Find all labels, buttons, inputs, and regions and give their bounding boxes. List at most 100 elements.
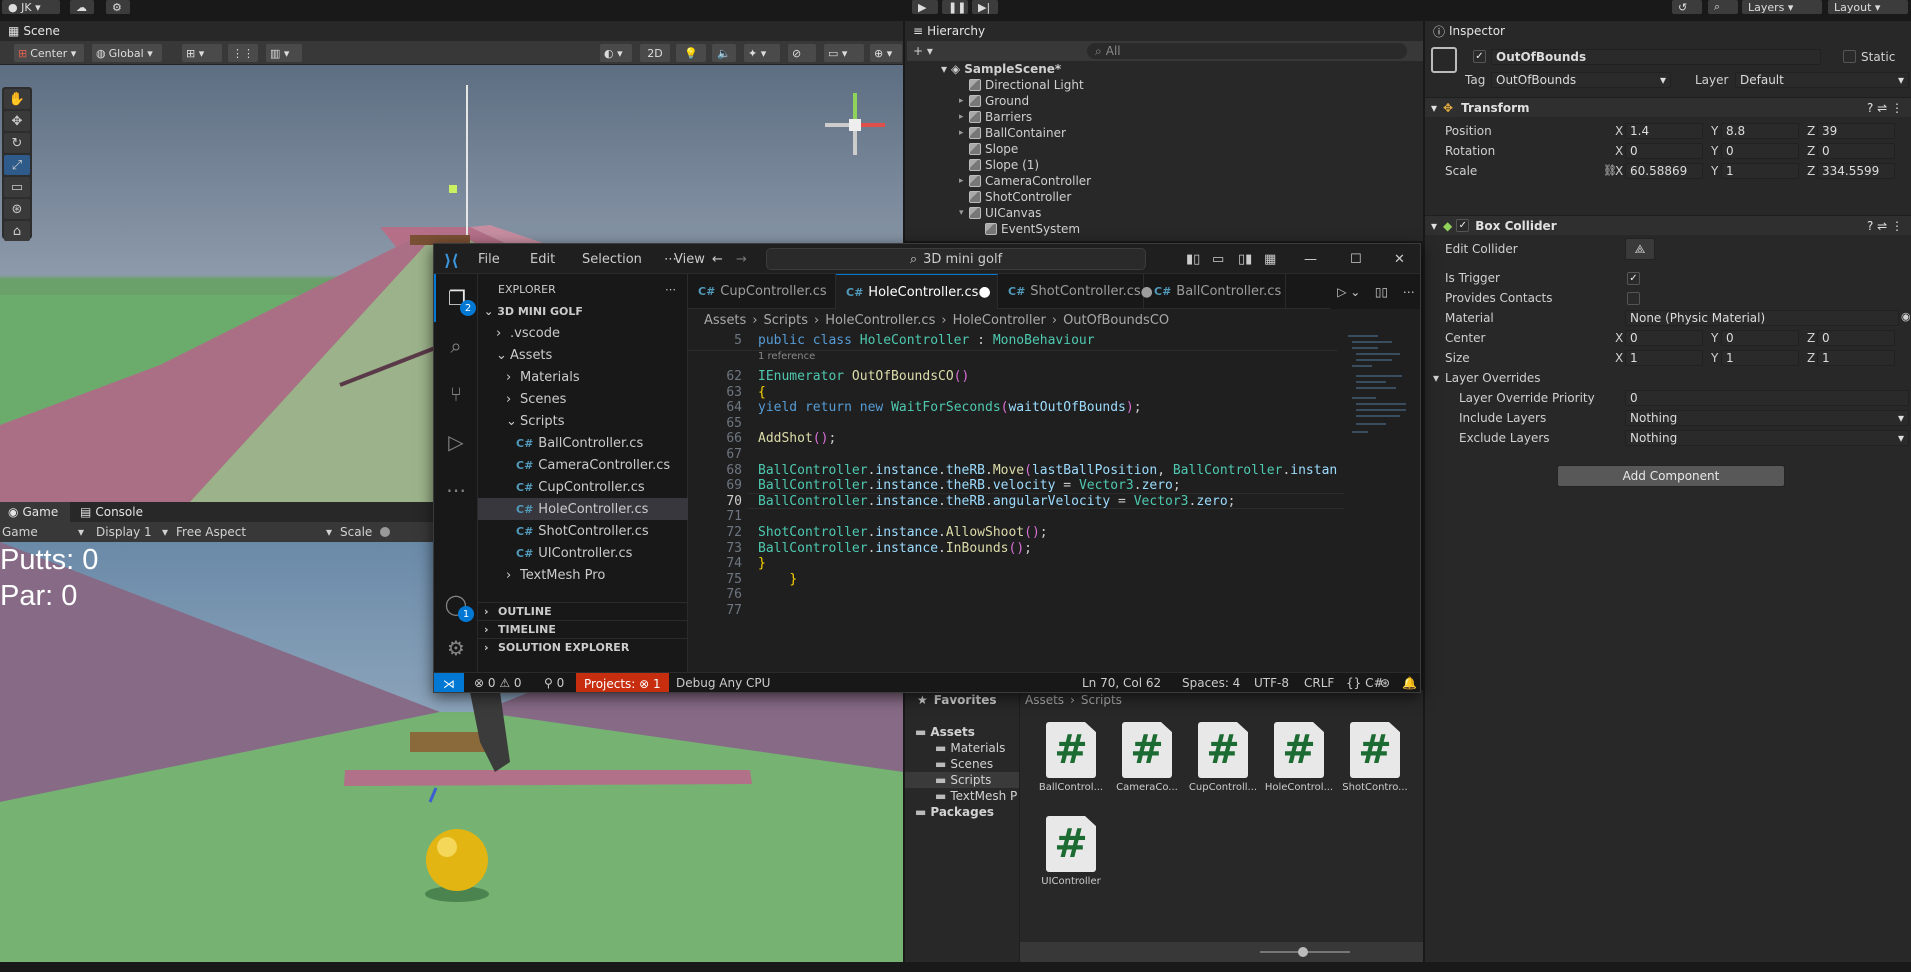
- more-views-icon[interactable]: ⋯: [434, 466, 478, 514]
- breadcrumb-item[interactable]: HoleController: [953, 313, 1046, 328]
- editor-tab[interactable]: C# HoleController.cs ●: [836, 274, 998, 309]
- grid-snap-button[interactable]: ⊞ ▾: [182, 44, 222, 62]
- display-dropdown[interactable]: Display 1 ▾: [96, 524, 168, 540]
- tab-hierarchy[interactable]: ≡ Hierarchy: [905, 21, 1005, 41]
- rotation-z-field[interactable]: 0: [1817, 143, 1895, 159]
- history-icon[interactable]: ↺: [1672, 0, 1702, 14]
- pause-button[interactable]: ❚❚: [942, 0, 968, 14]
- more-menu-icon[interactable]: ⋯: [664, 252, 677, 267]
- eol-status[interactable]: CRLF: [1304, 676, 1334, 690]
- constrain-proportions-icon[interactable]: ⛓: [1603, 164, 1617, 177]
- hierarchy-item[interactable]: Slope (1): [905, 157, 1423, 173]
- scale-x-field[interactable]: 60.58869: [1625, 163, 1703, 179]
- file-item[interactable]: C# BallController.cs: [478, 432, 688, 454]
- copilot-icon[interactable]: ⊛: [1380, 676, 1390, 690]
- script-asset[interactable]: # ShotContro...: [1337, 722, 1413, 793]
- scene-root-row[interactable]: ▾ ◈ SampleScene*: [905, 61, 1423, 77]
- size-y-field[interactable]: 1: [1721, 350, 1799, 366]
- object-name-field[interactable]: OutOfBounds: [1491, 49, 1821, 65]
- project-folder[interactable]: ▬ Materials: [905, 740, 1019, 756]
- project-folder[interactable]: ▬ Packages: [905, 804, 1019, 820]
- menu-file[interactable]: File: [478, 252, 500, 267]
- draw-mode-button[interactable]: ◐ ▾: [600, 44, 632, 62]
- breadcrumb-item[interactable]: Assets: [704, 313, 746, 328]
- custom-tool-icon[interactable]: ⌂: [4, 221, 30, 241]
- folder-item[interactable]: ⌄ Scripts: [478, 410, 688, 432]
- file-item[interactable]: C# HoleController.cs: [478, 498, 688, 520]
- folder-item[interactable]: › Materials: [478, 366, 688, 388]
- lighting-icon[interactable]: 💡: [676, 44, 706, 62]
- projects-status[interactable]: Projects: ⊗ 1: [576, 673, 669, 692]
- project-folder[interactable]: ▬ Scripts: [905, 772, 1019, 788]
- hierarchy-item[interactable]: ▸ Barriers: [905, 109, 1423, 125]
- position-x-field[interactable]: 1.4: [1625, 123, 1703, 139]
- center-x-field[interactable]: 0: [1625, 330, 1703, 346]
- active-checkbox[interactable]: ✓: [1473, 50, 1486, 63]
- gizmos-button[interactable]: ⊕ ▾: [870, 44, 902, 62]
- scale-slider[interactable]: Scale: [340, 524, 430, 540]
- cloud-icon[interactable]: ☁: [70, 0, 94, 14]
- ruler-button[interactable]: ▥ ▾: [266, 44, 302, 62]
- editor-tab[interactable]: C# CupController.cs: [688, 274, 836, 309]
- tab-inspector[interactable]: ⓘ Inspector: [1425, 21, 1525, 41]
- edit-collider-button[interactable]: ⟁: [1625, 238, 1655, 260]
- scale-z-field[interactable]: 334.5599: [1817, 163, 1895, 179]
- visibility-icon[interactable]: ⊘: [788, 44, 816, 62]
- folder-item[interactable]: › Scenes: [478, 388, 688, 410]
- effects-button[interactable]: ✦ ▾: [744, 44, 780, 62]
- center-z-field[interactable]: 0: [1817, 330, 1895, 346]
- transform-header[interactable]: ▾ ✥ Transform ? ⇌ ⋮: [1425, 97, 1911, 117]
- scale-y-field[interactable]: 1: [1721, 163, 1799, 179]
- step-button[interactable]: ▶|: [972, 0, 998, 14]
- rotate-tool-icon[interactable]: ↻: [4, 133, 30, 153]
- hierarchy-item[interactable]: ShotController: [905, 189, 1423, 205]
- toggle-panel-icon[interactable]: ▭: [1212, 252, 1224, 267]
- section-solution-explorer[interactable]: › SOLUTION EXPLORER: [478, 638, 688, 656]
- hand-tool-icon[interactable]: ✋: [4, 89, 30, 109]
- layout-dropdown[interactable]: Layout ▾: [1828, 0, 1908, 14]
- hierarchy-item[interactable]: Directional Light: [905, 77, 1423, 93]
- pivot-dropdown[interactable]: ⊞ Center ▾: [14, 44, 84, 62]
- layer-dropdown[interactable]: Default ▾: [1735, 72, 1909, 88]
- code-editor[interactable]: 5 public class HoleController : MonoBeha…: [688, 331, 1420, 672]
- add-icon[interactable]: + ▾: [913, 44, 933, 58]
- split-editor-icon[interactable]: ▯▯: [1375, 285, 1388, 299]
- play-button[interactable]: ▶: [912, 0, 938, 14]
- file-item[interactable]: C# CupController.cs: [478, 476, 688, 498]
- ports-status[interactable]: ⚲ 0: [544, 676, 564, 690]
- section-timeline[interactable]: › TIMELINE: [478, 620, 688, 638]
- position-z-field[interactable]: 39: [1817, 123, 1895, 139]
- file-item[interactable]: C# CameraController.cs: [478, 454, 688, 476]
- transform-tool-icon[interactable]: ⊛: [4, 199, 30, 219]
- run-icon[interactable]: ▷ ⌄: [1337, 285, 1360, 299]
- hierarchy-item[interactable]: ▸ BallContainer: [905, 125, 1423, 141]
- maximize-icon[interactable]: ☐: [1350, 252, 1362, 267]
- hierarchy-item[interactable]: ▸ CameraController: [905, 173, 1423, 189]
- provides-contacts-checkbox[interactable]: [1627, 292, 1640, 305]
- codelens[interactable]: 1 reference: [758, 351, 815, 362]
- camera-button[interactable]: ▭ ▾: [824, 44, 864, 62]
- script-asset[interactable]: # CameraCo...: [1109, 722, 1185, 793]
- minimap[interactable]: [1344, 331, 1412, 672]
- rotation-y-field[interactable]: 0: [1721, 143, 1799, 159]
- breadcrumb-item[interactable]: HoleController.cs: [825, 313, 935, 328]
- back-icon[interactable]: ←: [712, 252, 723, 267]
- is-trigger-checkbox[interactable]: ✓: [1627, 272, 1640, 285]
- static-checkbox[interactable]: [1843, 50, 1856, 63]
- explorer-icon[interactable]: ❐ 2: [434, 274, 478, 322]
- search-icon[interactable]: ⌕: [434, 322, 478, 370]
- script-asset[interactable]: # BallControl...: [1033, 722, 1109, 793]
- layer-overrides-row[interactable]: ▾ Layer Overrides: [1425, 369, 1911, 387]
- tab-console[interactable]: ▤ Console: [72, 502, 152, 522]
- layers-dropdown[interactable]: Layers ▾: [1742, 0, 1822, 14]
- toggle-secondary-sidebar-icon[interactable]: ▯▮: [1238, 252, 1252, 267]
- file-item[interactable]: C# UIController.cs: [478, 542, 688, 564]
- folder-item[interactable]: › TextMesh Pro: [478, 564, 688, 586]
- workspace-root[interactable]: ⌄ 3D MINI GOLF: [478, 300, 688, 322]
- rotation-x-field[interactable]: 0: [1625, 143, 1703, 159]
- object-picker-icon[interactable]: ◉: [1901, 310, 1911, 323]
- project-folder[interactable]: ▬ Assets: [905, 724, 1019, 740]
- notifications-icon[interactable]: 🔔: [1402, 676, 1417, 690]
- project-folder[interactable]: ▬ Scenes: [905, 756, 1019, 772]
- section-outline[interactable]: › OUTLINE: [478, 602, 688, 620]
